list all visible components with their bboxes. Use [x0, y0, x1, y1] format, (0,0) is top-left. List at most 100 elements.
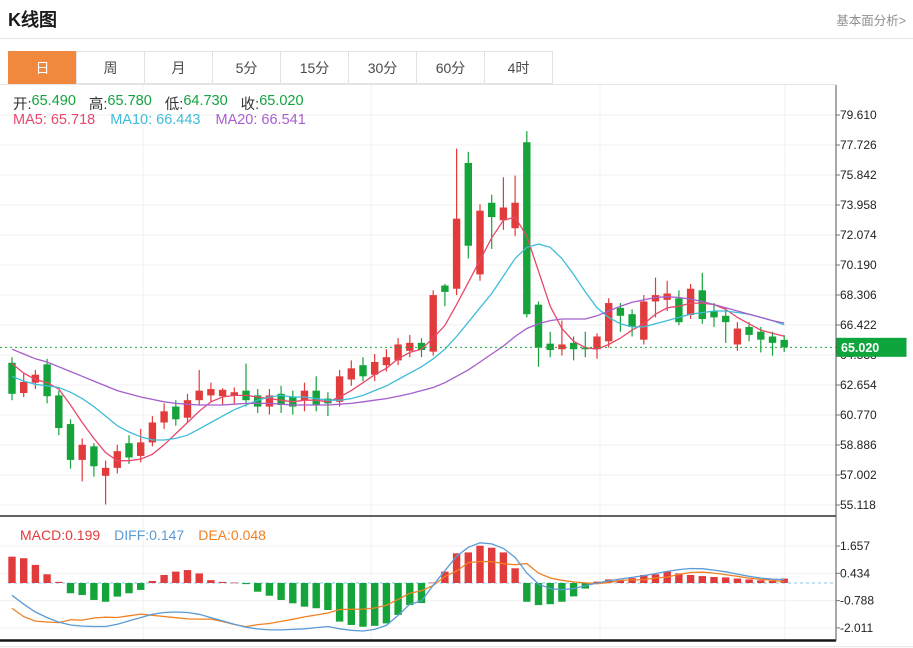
- period-tabbar: 日 周 月 5分 15分 30分 60分 4时: [8, 51, 553, 84]
- candle-body: [769, 336, 776, 342]
- svg-text:66.422: 66.422: [840, 318, 877, 332]
- svg-text:68.306: 68.306: [840, 288, 877, 302]
- svg-text:0.434: 0.434: [840, 566, 870, 580]
- candle-body: [43, 364, 50, 396]
- macd-bar: [90, 583, 97, 600]
- svg-text:57.002: 57.002: [840, 468, 877, 482]
- macd-bar: [254, 583, 261, 592]
- macd-bar: [558, 583, 565, 602]
- ma-legend-row: MA5:65.718 MA10:66.443 MA20:66.541: [13, 112, 306, 128]
- macd-bar: [20, 558, 27, 583]
- ohlc-low: 低:64.730: [165, 93, 228, 114]
- candle-body: [511, 203, 518, 228]
- current-price-tag: 65.020: [837, 338, 907, 357]
- ma5-value: 65.718: [51, 112, 95, 128]
- macd-bar: [465, 552, 472, 583]
- candle-body: [125, 443, 132, 457]
- macd-bar: [67, 583, 74, 593]
- tab-week[interactable]: 周: [76, 51, 145, 84]
- macd-bar: [699, 576, 706, 583]
- macd-bar: [301, 583, 308, 607]
- candle-body: [570, 343, 577, 349]
- svg-text:-2.011: -2.011: [840, 621, 873, 635]
- macd-bar: [289, 583, 296, 603]
- candle-body: [160, 411, 167, 422]
- macd-bar: [453, 553, 460, 583]
- candle-body: [184, 400, 191, 418]
- candles: [8, 131, 788, 504]
- candle-body: [640, 301, 647, 339]
- macd-bar: [32, 565, 39, 583]
- candle-body: [722, 316, 729, 322]
- macd-bar: [511, 568, 518, 583]
- macd-bar: [336, 583, 343, 622]
- candle-body: [745, 327, 752, 335]
- candle-body: [465, 163, 472, 246]
- candle-body: [699, 290, 706, 319]
- title-divider: [0, 38, 913, 39]
- macd-bar: [359, 583, 366, 627]
- candle-body: [8, 363, 15, 394]
- macd-bar: [184, 570, 191, 583]
- macd-bar: [114, 583, 121, 597]
- low-label: 低:: [165, 93, 184, 114]
- candle-body: [219, 390, 226, 396]
- macd-bar: [231, 583, 238, 584]
- open-label: 开:: [13, 93, 32, 114]
- close-value: 65.020: [259, 93, 303, 114]
- candle-body: [79, 445, 86, 460]
- macd-bar: [55, 582, 62, 583]
- close-label: 收:: [241, 93, 260, 114]
- candle-body: [617, 308, 624, 316]
- fundamental-analysis-link[interactable]: 基本面分析>: [836, 10, 906, 29]
- candle-body: [430, 295, 437, 352]
- tab-month[interactable]: 月: [144, 51, 213, 84]
- macd-bar: [137, 583, 144, 590]
- candle-body: [20, 382, 27, 393]
- svg-text:70.190: 70.190: [840, 258, 877, 272]
- dea-legend: DEA:0.048: [198, 527, 266, 543]
- tab-4hour[interactable]: 4时: [484, 51, 553, 84]
- svg-text:55.118: 55.118: [840, 498, 876, 512]
- macd-bar: [102, 583, 109, 602]
- ohlc-close: 收:65.020: [241, 93, 304, 114]
- tab-60min[interactable]: 60分: [416, 51, 485, 84]
- candle-body: [535, 305, 542, 348]
- macd-bar: [710, 577, 717, 583]
- macd-bar: [745, 579, 752, 583]
- svg-text:75.842: 75.842: [840, 168, 877, 182]
- candle-body: [406, 343, 413, 351]
- macd-bar: [160, 575, 167, 583]
- candle-body: [734, 329, 741, 345]
- ohlc-open: 开:65.490: [13, 93, 76, 114]
- ma20-label: MA20:: [215, 112, 257, 128]
- macd-bar: [523, 583, 530, 602]
- gridlines: [0, 85, 836, 641]
- macd-bar: [207, 580, 214, 583]
- svg-text:62.654: 62.654: [840, 378, 877, 392]
- macd-bar: [43, 574, 50, 583]
- macd-bar: [734, 579, 741, 583]
- svg-text:72.074: 72.074: [840, 228, 877, 242]
- dea-label: DEA:: [198, 527, 231, 543]
- ma5-legend: MA5:65.718: [13, 112, 95, 128]
- tab-30min[interactable]: 30分: [348, 51, 417, 84]
- macd-bar: [722, 577, 729, 583]
- candle-body: [383, 357, 390, 365]
- macd-bar: [570, 583, 577, 596]
- price-axis: 79.61077.72675.84273.95872.07470.19068.3…: [836, 85, 877, 641]
- svg-text:65.020: 65.020: [841, 341, 879, 355]
- candle-body: [488, 203, 495, 217]
- svg-text:58.886: 58.886: [840, 438, 877, 452]
- tab-day[interactable]: 日: [8, 51, 77, 84]
- tab-15min[interactable]: 15分: [280, 51, 349, 84]
- dea-value: 0.048: [231, 527, 266, 543]
- high-label: 高:: [89, 93, 108, 114]
- candle-body: [207, 389, 214, 395]
- macd-bar: [313, 583, 320, 608]
- ma10-legend: MA10:66.443: [110, 112, 200, 128]
- candle-body: [196, 391, 203, 401]
- candle-body: [605, 303, 612, 341]
- macd-bar: [79, 583, 86, 595]
- tab-5min[interactable]: 5分: [212, 51, 281, 84]
